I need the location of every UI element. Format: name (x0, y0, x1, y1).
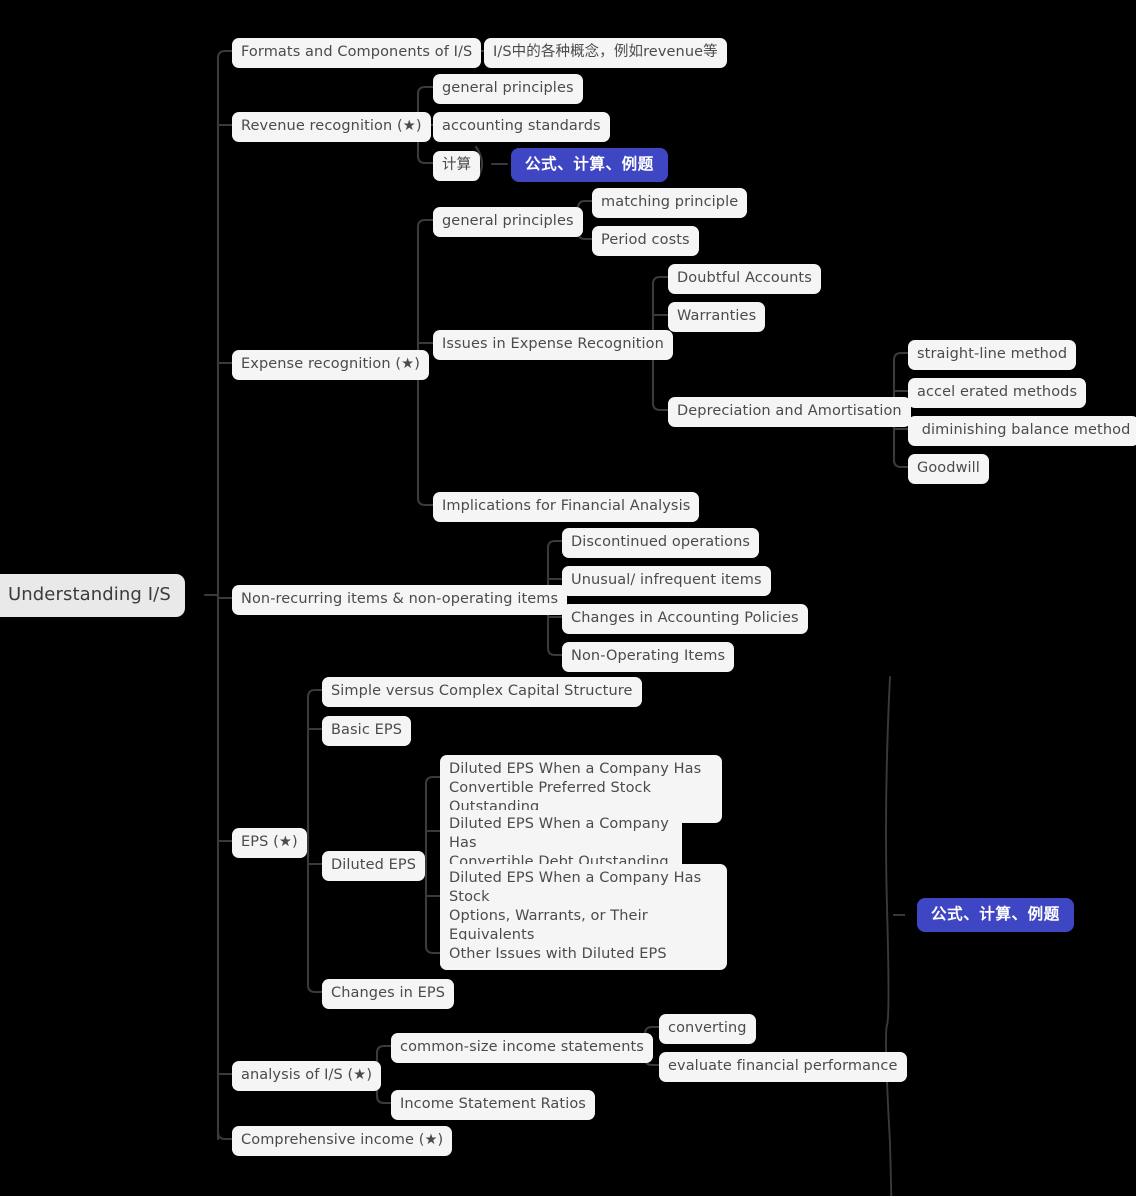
link-root-formats (216, 49, 234, 60)
link-eps-changes (306, 983, 324, 994)
node-period-costs[interactable]: Period costs (592, 226, 699, 256)
mindmap-canvas: Understanding I/S Formats and Components… (0, 0, 1136, 1196)
node-issues-expense-recognition[interactable]: Issues in Expense Recognition (433, 330, 673, 360)
link-dil-other (424, 944, 442, 955)
node-diminishing-balance-method[interactable]: diminishing balance method (908, 416, 1136, 446)
node-expense-general-principles[interactable]: general principles (433, 207, 583, 237)
node-revenue-calculation[interactable]: 计算 (433, 151, 481, 181)
node-matching-principle[interactable]: matching principle (592, 188, 748, 218)
node-non-recurring-items[interactable]: Non-recurring items & non-operating item… (232, 585, 568, 615)
node-revenue-general-principles[interactable]: general principles (433, 74, 583, 104)
node-accelerated-methods[interactable]: accel erated methods (908, 378, 1087, 408)
link-issues-depreciation (651, 401, 670, 412)
node-doubtful-accounts[interactable]: Doubtful Accounts (668, 264, 821, 294)
link-rev-calc (416, 154, 435, 165)
link-an-commonsize (375, 1044, 393, 1055)
node-unusual-infrequent-items[interactable]: Unusual/ infrequent items (562, 566, 771, 596)
node-non-operating-items[interactable]: Non-Operating Items (562, 642, 735, 672)
node-comprehensive-income[interactable]: Comprehensive income (★) (232, 1126, 453, 1156)
node-converting[interactable]: converting (659, 1014, 756, 1044)
node-revenue-accounting-standards[interactable]: accounting standards (433, 112, 610, 142)
node-other-issues-diluted-eps[interactable]: Other Issues with Diluted EPS (440, 940, 676, 970)
node-formats[interactable]: Formats and Components of I/S (232, 38, 482, 68)
link-dil-preferred (424, 775, 442, 786)
node-goodwill[interactable]: Goodwill (908, 454, 989, 484)
node-implications-financial-analysis[interactable]: Implications for Financial Analysis (433, 492, 700, 522)
link-issues-doubtful (651, 275, 670, 286)
node-discontinued-operations[interactable]: Discontinued operations (562, 528, 760, 558)
node-simple-vs-complex-capital-structure[interactable]: Simple versus Complex Capital Structure (322, 677, 642, 707)
node-eps[interactable]: EPS (★) (232, 828, 307, 858)
node-accent-formula-revenue[interactable]: 公式、计算、例题 (511, 148, 668, 182)
node-revenue-recognition[interactable]: Revenue recognition (★) (232, 112, 431, 142)
node-accent-formula-eps[interactable]: 公式、计算、例题 (917, 898, 1074, 932)
link-exp-general (416, 218, 435, 229)
node-evaluate-financial-performance[interactable]: evaluate financial performance (659, 1052, 907, 1082)
node-changes-accounting-policies[interactable]: Changes in Accounting Policies (562, 604, 808, 634)
link-nr-nonop (546, 646, 564, 657)
link-dep-straight (892, 351, 910, 362)
link-dep-goodwill (892, 458, 910, 469)
node-income-statement-ratios[interactable]: Income Statement Ratios (391, 1090, 595, 1120)
link-rev-general (416, 85, 435, 96)
node-expense-recognition[interactable]: Expense recognition (★) (232, 350, 429, 380)
root-node[interactable]: Understanding I/S (0, 574, 185, 617)
node-analysis-of-is[interactable]: analysis of I/S (★) (232, 1061, 382, 1091)
link-eps-simple (306, 688, 324, 699)
node-diluted-eps[interactable]: Diluted EPS (322, 851, 426, 881)
node-common-size-income-statements[interactable]: common-size income statements (391, 1033, 653, 1063)
brace-eps-group (885, 676, 893, 1196)
node-warranties[interactable]: Warranties (668, 302, 766, 332)
node-depreciation-amortisation[interactable]: Depreciation and Amortisation (668, 397, 911, 427)
link-root-comprehensive (216, 1130, 234, 1141)
node-straight-line-method[interactable]: straight-line method (908, 340, 1077, 370)
link-an-ratios (375, 1094, 393, 1105)
link-general-matching (576, 199, 594, 210)
link-exp-implications (416, 496, 435, 507)
node-formats-concepts[interactable]: I/S中的各种概念，例如revenue等 (484, 38, 727, 68)
link-nr-discontinued (546, 539, 564, 550)
node-basic-eps[interactable]: Basic EPS (322, 716, 412, 746)
node-changes-in-eps[interactable]: Changes in EPS (322, 979, 455, 1009)
